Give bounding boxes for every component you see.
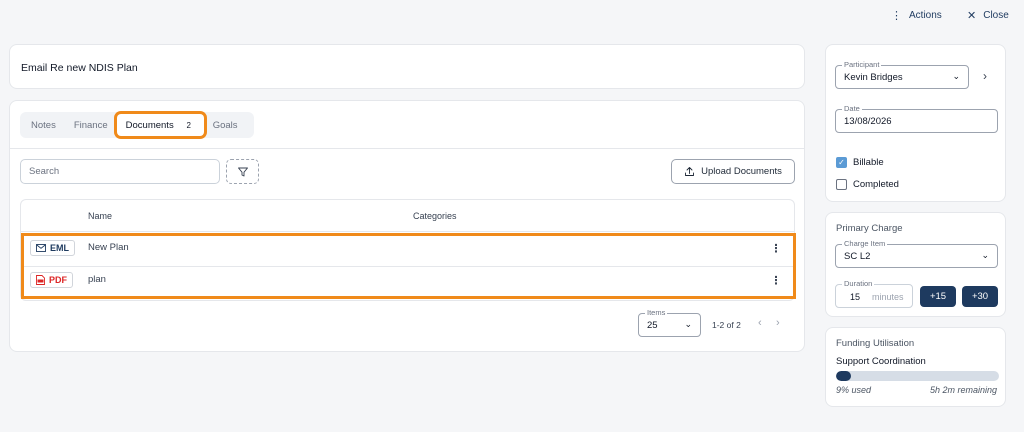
- actions-label: Actions: [909, 10, 942, 21]
- charge-item-label: Charge Item: [842, 239, 888, 248]
- tab-finance[interactable]: Finance: [65, 114, 117, 136]
- pdf-file-icon: [36, 275, 45, 285]
- close-icon: ✕: [967, 10, 977, 22]
- date-label: Date: [842, 104, 862, 113]
- filter-icon: [237, 167, 248, 176]
- funding-title: Funding Utilisation: [836, 338, 915, 349]
- duration-value: 15: [850, 292, 861, 302]
- more-vertical-icon: ⋮: [891, 10, 902, 22]
- documents-card: Notes Finance Documents 2 Goals Upload D…: [9, 100, 805, 352]
- document-name: New Plan: [88, 242, 129, 253]
- chevron-down-icon: ⌄: [981, 250, 989, 260]
- chevron-right-icon[interactable]: ›: [983, 69, 987, 83]
- upload-documents-button[interactable]: Upload Documents: [671, 159, 795, 184]
- row-menu-icon[interactable]: ⋮: [771, 240, 782, 256]
- tab-documents[interactable]: Documents 2: [116, 114, 204, 136]
- file-type-badge: EML: [30, 240, 75, 256]
- participant-value: Kevin Bridges: [844, 72, 903, 83]
- file-type-label: PDF: [49, 275, 67, 285]
- filter-button[interactable]: [226, 159, 259, 184]
- upload-label: Upload Documents: [701, 166, 782, 177]
- checkmark-icon: ✓: [836, 157, 847, 168]
- funding-utilisation-card: Funding Utilisation Support Coordination…: [825, 327, 1006, 407]
- funding-used-text: 9% used: [836, 385, 872, 395]
- duration-field[interactable]: Duration 15 minutes: [835, 279, 913, 308]
- checkbox-icon: [836, 179, 847, 190]
- billable-checkbox[interactable]: ✓ Billable: [836, 157, 884, 168]
- page-title: Email Re new NDIS Plan: [21, 62, 138, 74]
- funding-progress-fill: [836, 371, 851, 381]
- completed-checkbox[interactable]: Completed: [836, 179, 899, 190]
- column-header-categories: Categories: [413, 211, 457, 221]
- documents-count-badge: 2: [182, 120, 195, 130]
- date-value: 13/08/2026: [844, 116, 892, 127]
- duration-label: Duration: [842, 279, 875, 288]
- funding-remaining-text: 5h 2m remaining: [929, 385, 997, 395]
- chevron-down-icon: ⌄: [684, 319, 692, 329]
- document-name: plan: [88, 274, 106, 285]
- upload-icon: [685, 167, 695, 176]
- documents-table: Name Categories EML New Plan ⋮ PDF plan …: [20, 199, 796, 301]
- table-row[interactable]: EML New Plan ⋮: [21, 232, 794, 264]
- close-label: Close: [983, 10, 1009, 21]
- tab-label: Notes: [31, 119, 56, 131]
- primary-charge-title: Primary Charge: [836, 223, 903, 234]
- primary-charge-card: Primary Charge Charge Item SC L2 ⌄ Durat…: [825, 212, 1006, 317]
- row-menu-icon[interactable]: ⋮: [771, 272, 782, 288]
- items-value: 25: [647, 320, 658, 331]
- tab-goals[interactable]: Goals: [204, 114, 247, 136]
- tab-notes[interactable]: Notes: [22, 114, 65, 136]
- previous-page-icon[interactable]: ‹: [758, 317, 762, 329]
- items-label: Items: [645, 308, 668, 317]
- tab-label: Goals: [212, 119, 238, 131]
- participant-select[interactable]: Participant Kevin Bridges ⌄: [835, 60, 969, 89]
- pagination-range: 1-2 of 2: [712, 320, 741, 330]
- chevron-down-icon: ⌄: [952, 71, 960, 81]
- funding-progress-bar: [836, 371, 999, 381]
- next-page-icon[interactable]: ›: [776, 317, 780, 329]
- completed-label: Completed: [853, 179, 899, 190]
- items-per-page-select[interactable]: Items 25 ⌄: [638, 308, 701, 337]
- funding-category: Support Coordination: [836, 356, 926, 367]
- add-15-minutes-button[interactable]: +15: [920, 286, 956, 307]
- charge-item-value: SC L2: [844, 251, 871, 262]
- file-type-badge: PDF: [30, 272, 73, 288]
- details-card: Participant Kevin Bridges ⌄ › Date 13/08…: [825, 44, 1006, 202]
- add-30-minutes-button[interactable]: +30: [962, 286, 998, 307]
- title-card: Email Re new NDIS Plan: [9, 44, 805, 89]
- actions-button[interactable]: ⋮ Actions: [891, 9, 942, 22]
- participant-label: Participant: [842, 60, 882, 69]
- duration-unit: minutes: [872, 292, 904, 302]
- mail-icon: [36, 244, 46, 252]
- charge-item-select[interactable]: Charge Item SC L2 ⌄: [835, 239, 998, 268]
- tab-label: Documents: [125, 119, 174, 131]
- close-button[interactable]: ✕ Close: [967, 9, 1009, 22]
- top-bar: ⋮ Actions ✕ Close: [0, 0, 1024, 32]
- date-field[interactable]: Date 13/08/2026: [835, 104, 998, 133]
- divider: [10, 148, 804, 149]
- table-row[interactable]: PDF plan ⋮: [21, 264, 794, 296]
- tab-label: Finance: [73, 119, 108, 131]
- file-type-label: EML: [50, 243, 69, 253]
- tab-bar: Notes Finance Documents 2 Goals: [20, 112, 254, 138]
- search-input[interactable]: [20, 159, 220, 184]
- column-header-name: Name: [88, 211, 113, 221]
- billable-label: Billable: [853, 157, 884, 168]
